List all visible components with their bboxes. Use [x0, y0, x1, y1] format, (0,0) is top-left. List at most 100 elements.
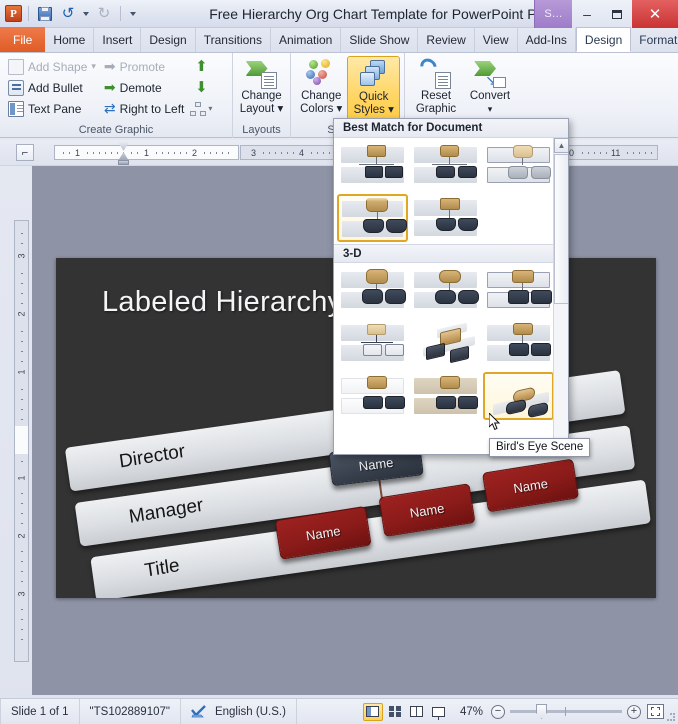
- style-thumb-1[interactable]: [337, 141, 408, 189]
- tab-transitions[interactable]: Transitions: [196, 28, 271, 52]
- zoom-level-label[interactable]: 47%: [450, 706, 491, 718]
- powerpoint-logo-icon[interactable]: P: [5, 5, 22, 22]
- tab-slide-show[interactable]: Slide Show: [341, 28, 419, 52]
- group-title-create-graphic: Create Graphic: [78, 124, 154, 136]
- contextual-group-tab[interactable]: S…: [534, 0, 572, 28]
- gallery-body[interactable]: 3-D ▲: [334, 138, 568, 454]
- tab-file[interactable]: File: [0, 27, 46, 52]
- tab-design[interactable]: Design: [141, 28, 196, 52]
- style-3d-4[interactable]: [337, 319, 408, 367]
- view-normal-button[interactable]: [362, 702, 383, 721]
- style-3d-8[interactable]: [410, 372, 481, 420]
- undo-icon: ↺: [61, 4, 75, 22]
- right-to-left-icon: ⇄: [103, 100, 116, 117]
- org-node-label: Name: [304, 522, 342, 543]
- status-language-group[interactable]: English (U.S.): [181, 698, 297, 724]
- tab-insert[interactable]: Insert: [94, 28, 142, 52]
- close-button[interactable]: ✕: [632, 0, 678, 28]
- chevron-up-icon: ▲: [557, 141, 566, 150]
- fit-to-window-button[interactable]: [647, 704, 664, 719]
- style-3d-3[interactable]: [483, 266, 554, 314]
- text-pane-icon: [8, 100, 24, 117]
- zoom-slider-handle[interactable]: [536, 704, 547, 719]
- change-colors-icon: [305, 59, 337, 89]
- tab-smartart-design[interactable]: Design: [575, 27, 632, 52]
- style-3d-7[interactable]: [337, 372, 408, 420]
- undo-dropdown[interactable]: [81, 4, 91, 23]
- right-to-left-label: Right to Left: [119, 101, 185, 116]
- slide-show-icon: [432, 706, 446, 720]
- zoom-in-button[interactable]: +: [627, 704, 641, 719]
- level-label-title: Title: [143, 555, 181, 582]
- change-layout-line2: Layout ▾: [239, 103, 284, 115]
- resize-grip[interactable]: [667, 713, 676, 722]
- tab-review[interactable]: Review: [418, 28, 475, 52]
- spell-check-icon: [191, 705, 206, 718]
- move-down-button[interactable]: ⬇: [188, 77, 214, 98]
- move-up-button[interactable]: ⬆: [188, 56, 214, 77]
- minimize-button[interactable]: –: [572, 0, 602, 28]
- promote-label: Promote: [119, 59, 166, 74]
- text-pane-button[interactable]: Text Pane: [4, 98, 100, 119]
- zoom-slider[interactable]: [510, 704, 622, 719]
- vertical-ruler[interactable]: 3 2 1 1 2 3: [14, 220, 29, 662]
- style-thumb-3[interactable]: [483, 141, 554, 189]
- gallery-scrollbar[interactable]: ▲ ▼: [553, 138, 568, 454]
- view-slide-show-button[interactable]: [429, 703, 449, 721]
- view-slide-sorter-button[interactable]: [385, 703, 405, 721]
- ruler-label: 1: [16, 369, 27, 375]
- ruler-label: 0: [569, 148, 575, 158]
- ruler-corner-button[interactable]: ⌐: [16, 144, 34, 161]
- style-3d-5[interactable]: [410, 319, 481, 367]
- level-label-director: Director: [117, 440, 187, 473]
- view-reading-button[interactable]: [407, 703, 427, 721]
- add-shape-button[interactable]: Add Shape ▾: [4, 56, 100, 77]
- reading-view-icon: [410, 706, 424, 717]
- redo-button[interactable]: ↻: [94, 4, 114, 23]
- style-thumb-4-selected[interactable]: [337, 194, 408, 242]
- style-3d-1[interactable]: [337, 266, 408, 314]
- reset-graphic-icon: [417, 55, 452, 89]
- tab-view[interactable]: View: [475, 28, 518, 52]
- ruler-label: 2: [192, 148, 198, 158]
- save-button[interactable]: [35, 4, 55, 23]
- tab-home[interactable]: Home: [45, 28, 95, 52]
- gallery-header-best-match: Best Match for Document: [334, 119, 568, 138]
- style-thumb-5[interactable]: [410, 194, 481, 242]
- style-3d-6[interactable]: [483, 319, 554, 367]
- tooltip-birds-eye-scene: Bird's Eye Scene: [489, 438, 591, 457]
- left-indent-marker[interactable]: [118, 160, 129, 165]
- ruler-label: 2: [16, 311, 27, 317]
- gallery-row: [334, 191, 568, 244]
- ruler-label: 1: [144, 148, 150, 158]
- quick-styles-gallery[interactable]: Best Match for Document 3-D ▲: [333, 118, 569, 455]
- convert-line1: Convert: [469, 90, 511, 102]
- maximize-button[interactable]: [602, 0, 632, 28]
- ruler-track-left: 1 1 2: [54, 145, 239, 160]
- zoom-slider-midpoint: [565, 707, 566, 716]
- save-icon: [38, 6, 52, 21]
- undo-button[interactable]: ↺: [58, 4, 78, 23]
- tab-animation[interactable]: Animation: [271, 28, 342, 52]
- status-theme-name[interactable]: "TS102889107": [80, 698, 181, 724]
- customize-qat-button[interactable]: [127, 4, 139, 23]
- ruler-label: 2: [16, 533, 27, 539]
- scroll-up-button[interactable]: ▲: [554, 138, 568, 153]
- style-3d-2[interactable]: [410, 266, 481, 314]
- gallery-row: [334, 369, 568, 422]
- divider: [28, 6, 29, 21]
- scrollbar-thumb[interactable]: [554, 154, 568, 304]
- layout-button[interactable]: ▾: [188, 98, 214, 119]
- chevron-down-icon: [130, 11, 136, 16]
- style-thumb-2[interactable]: [410, 141, 481, 189]
- status-slide-counter[interactable]: Slide 1 of 1: [0, 698, 80, 724]
- right-to-left-button[interactable]: ⇄ Right to Left: [100, 98, 188, 119]
- promote-button[interactable]: ➡ Promote: [100, 56, 188, 77]
- tab-smartart-format[interactable]: Format: [631, 28, 678, 52]
- add-bullet-button[interactable]: Add Bullet: [4, 77, 100, 98]
- tab-add-ins[interactable]: Add-Ins: [518, 28, 576, 52]
- org-node-label: Name: [357, 454, 395, 474]
- slide-title-text[interactable]: Labeled Hierarchy: [102, 286, 342, 319]
- zoom-out-button[interactable]: −: [491, 704, 505, 719]
- demote-button[interactable]: ➡ Demote: [100, 77, 188, 98]
